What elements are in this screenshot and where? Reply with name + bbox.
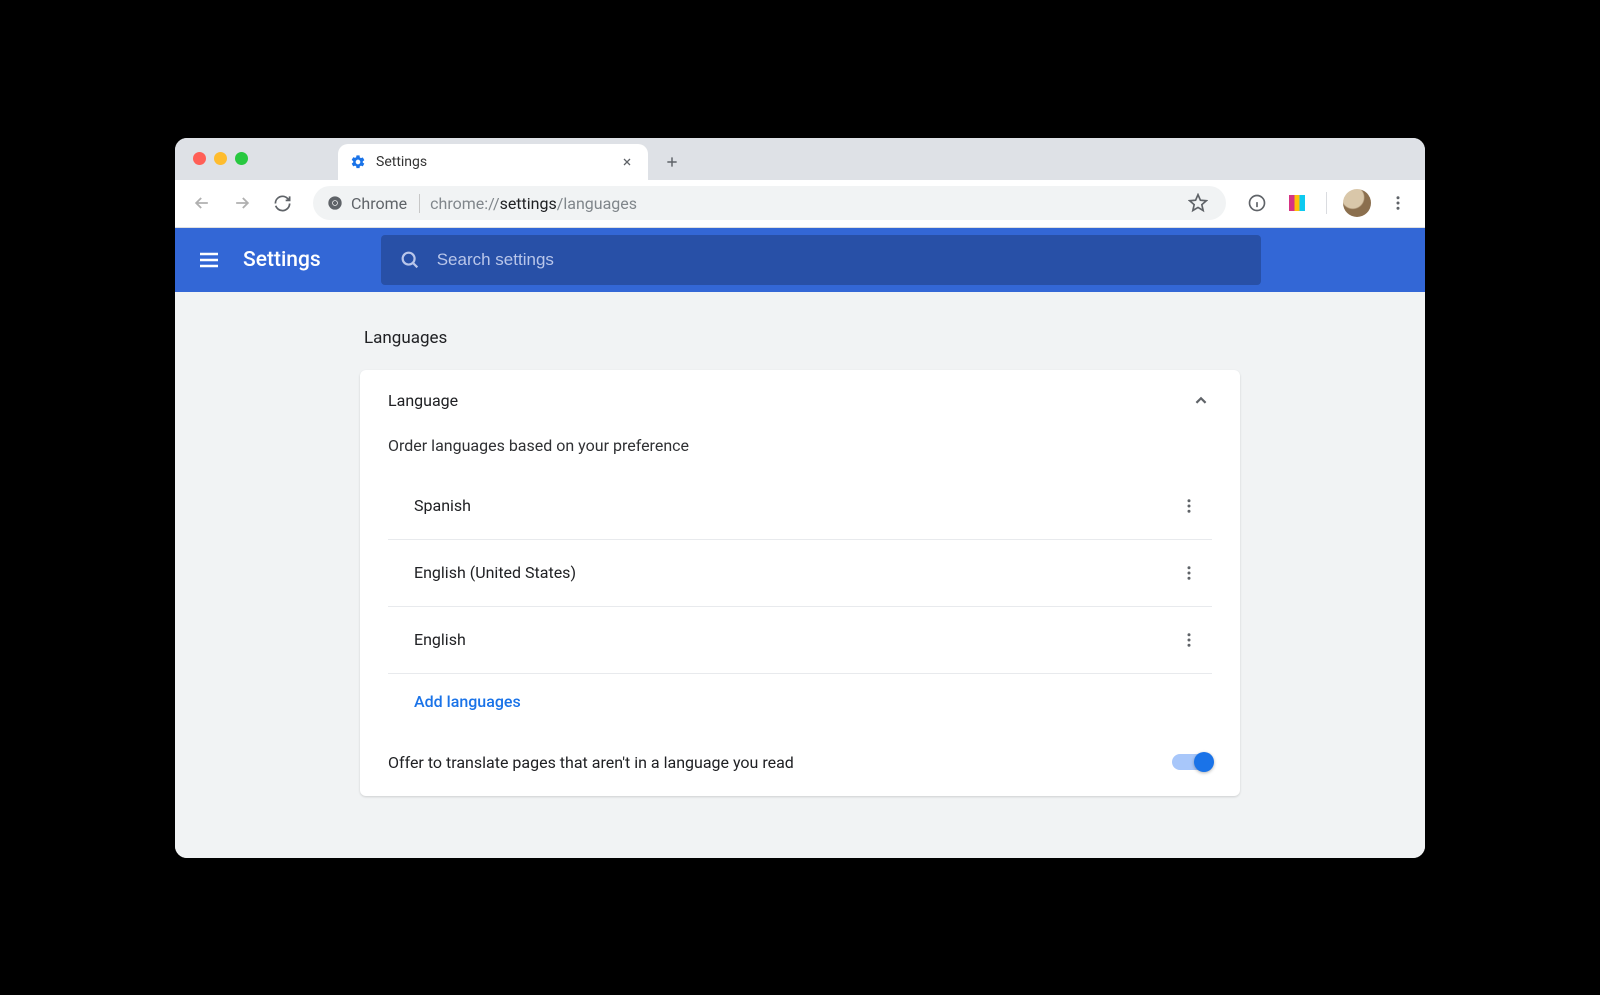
language-list: Spanish English (United States) English bbox=[388, 473, 1212, 674]
language-row: English (United States) bbox=[388, 540, 1212, 607]
chrome-icon bbox=[327, 195, 343, 211]
language-name: Spanish bbox=[414, 496, 471, 515]
browser-tab[interactable]: Settings bbox=[338, 144, 648, 180]
minimize-window-button[interactable] bbox=[214, 152, 227, 165]
info-icon[interactable] bbox=[1240, 186, 1274, 220]
language-options-button[interactable] bbox=[1174, 558, 1204, 588]
bookmark-star-button[interactable] bbox=[1184, 189, 1212, 217]
section-heading-languages: Languages bbox=[364, 328, 1236, 348]
language-row: Spanish bbox=[388, 473, 1212, 540]
translate-label: Offer to translate pages that aren't in … bbox=[388, 753, 794, 772]
browser-window: Settings Chrome chrome://settings/langua… bbox=[175, 138, 1425, 858]
omnibox-chip-text: Chrome bbox=[351, 194, 407, 213]
browser-toolbar: Chrome chrome://settings/languages bbox=[175, 180, 1425, 228]
chevron-up-icon bbox=[1190, 390, 1212, 412]
language-name: English (United States) bbox=[414, 563, 576, 582]
order-hint-text: Order languages based on your preference bbox=[360, 428, 1240, 465]
fullscreen-window-button[interactable] bbox=[235, 152, 248, 165]
url-host: settings bbox=[500, 194, 557, 213]
menu-button[interactable] bbox=[195, 246, 223, 274]
profile-avatar-button[interactable] bbox=[1343, 189, 1371, 217]
app-title: Settings bbox=[243, 248, 321, 272]
browser-menu-button[interactable] bbox=[1381, 186, 1415, 220]
window-controls bbox=[193, 152, 248, 165]
close-tab-button[interactable] bbox=[618, 153, 636, 171]
language-options-button[interactable] bbox=[1174, 491, 1204, 521]
language-name: English bbox=[414, 630, 466, 649]
separator bbox=[1326, 192, 1327, 214]
languages-card: Language Order languages based on your p… bbox=[360, 370, 1240, 796]
search-settings-input[interactable] bbox=[437, 250, 1243, 270]
search-icon bbox=[399, 249, 421, 271]
settings-app-header: Settings bbox=[175, 228, 1425, 292]
tab-title: Settings bbox=[376, 154, 427, 170]
search-settings-box[interactable] bbox=[381, 235, 1261, 285]
site-chip: Chrome bbox=[327, 194, 420, 213]
url-path: /languages bbox=[557, 194, 637, 213]
settings-content: Languages Language Order languages based… bbox=[175, 292, 1425, 858]
add-languages-button[interactable]: Add languages bbox=[388, 674, 1212, 733]
language-expander[interactable]: Language bbox=[360, 370, 1240, 428]
gear-icon bbox=[350, 154, 366, 170]
extension-icon[interactable] bbox=[1280, 186, 1314, 220]
new-tab-button[interactable] bbox=[658, 148, 686, 176]
language-options-button[interactable] bbox=[1174, 625, 1204, 655]
language-row: English bbox=[388, 607, 1212, 674]
tab-strip: Settings bbox=[175, 138, 1425, 180]
reload-button[interactable] bbox=[265, 186, 299, 220]
close-window-button[interactable] bbox=[193, 152, 206, 165]
card-title: Language bbox=[388, 391, 458, 410]
translate-toggle-row: Offer to translate pages that aren't in … bbox=[360, 733, 1240, 796]
url-scheme: chrome:// bbox=[430, 194, 499, 213]
toggle-knob bbox=[1194, 752, 1214, 772]
back-button[interactable] bbox=[185, 186, 219, 220]
translate-toggle[interactable] bbox=[1172, 754, 1212, 770]
omnibox-url: chrome://settings/languages bbox=[430, 194, 637, 213]
forward-button[interactable] bbox=[225, 186, 259, 220]
address-bar[interactable]: Chrome chrome://settings/languages bbox=[313, 186, 1226, 220]
